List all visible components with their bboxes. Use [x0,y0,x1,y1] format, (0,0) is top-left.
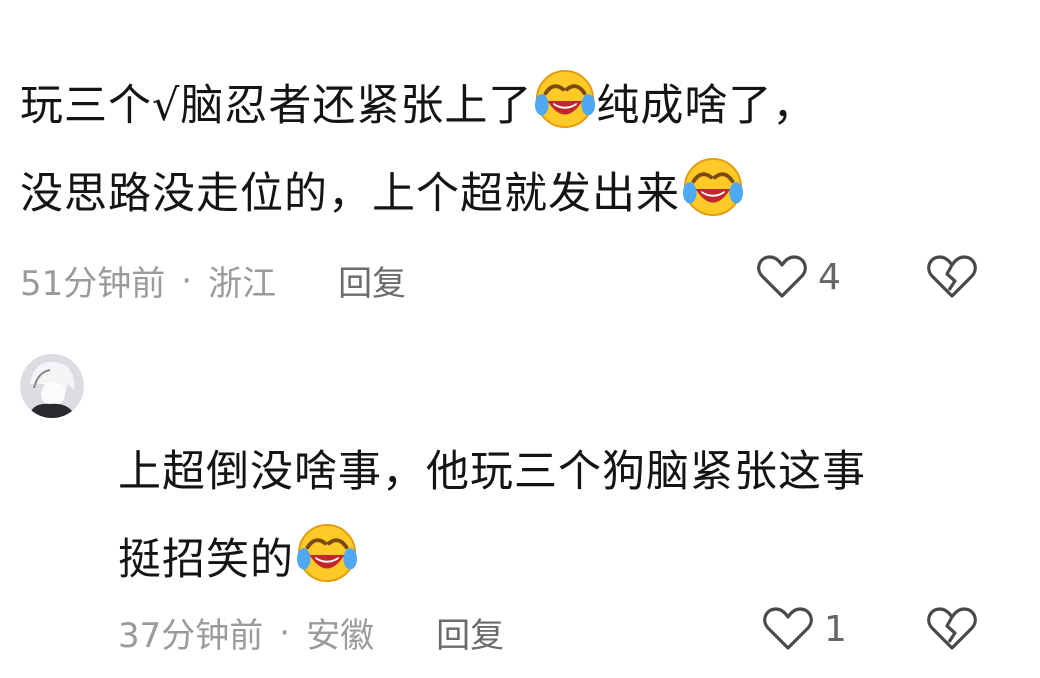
broken-heart-icon [926,606,978,652]
comment-1-time: 51分钟前 [20,264,166,304]
comment-1-like-button[interactable]: 4 [756,254,841,300]
avatar[interactable] [20,354,84,418]
avatar-image [20,354,84,418]
comment-2-meta: 37分钟前 · 安徽 回复 [118,608,504,657]
comment-2-line-2: 挺招笑的 [118,516,866,604]
meta-separator: · [181,260,193,301]
comment-1-like-count: 4 [818,256,841,298]
comment-1-text: 玩三个√脑忍者还紧张上了 纯成啥了， 没思路没走位的，上个超就发出来 [20,62,816,238]
comment-2-reply-button[interactable]: 回复 [436,608,504,657]
comment-1-reply-button[interactable]: 回复 [338,256,406,305]
heart-outline-icon [762,606,814,652]
comment-2-like-button[interactable]: 1 [762,606,847,652]
laughing-crying-emoji-icon [534,68,596,130]
comment-1-meta: 51分钟前 · 浙江 回复 [20,256,406,305]
comment-2-like-count: 1 [824,608,847,650]
comment-1-line-1: 玩三个√脑忍者还紧张上了 纯成啥了， [20,62,816,150]
comment-1-text-b: 纯成啥了， [596,81,817,131]
comment-2-text-b: 挺招笑的 [118,535,294,585]
comment-1-text-c: 没思路没走位的，上个超就发出来 [20,169,680,219]
laughing-crying-emoji-icon [682,156,744,218]
comment-2-dislike-button[interactable] [926,606,978,656]
comment-1-line-2: 没思路没走位的，上个超就发出来 [20,150,816,238]
comment-2-time: 37分钟前 [118,616,264,656]
heart-outline-icon [756,254,808,300]
meta-separator: · [279,612,291,653]
laughing-crying-emoji-icon [296,522,358,584]
comment-1-location: 浙江 [208,264,277,304]
comment-2-location: 安徽 [306,616,375,656]
comment-2-line-1: 上超倒没啥事，他玩三个狗脑紧张这事 [118,447,866,497]
comment-1-text-a: 玩三个√脑忍者还紧张上了 [20,81,533,131]
comment-1-dislike-button[interactable] [926,254,978,304]
broken-heart-icon [926,254,978,300]
comment-2-text: 上超倒没啥事，他玩三个狗脑紧张这事 挺招笑的 [118,428,866,604]
